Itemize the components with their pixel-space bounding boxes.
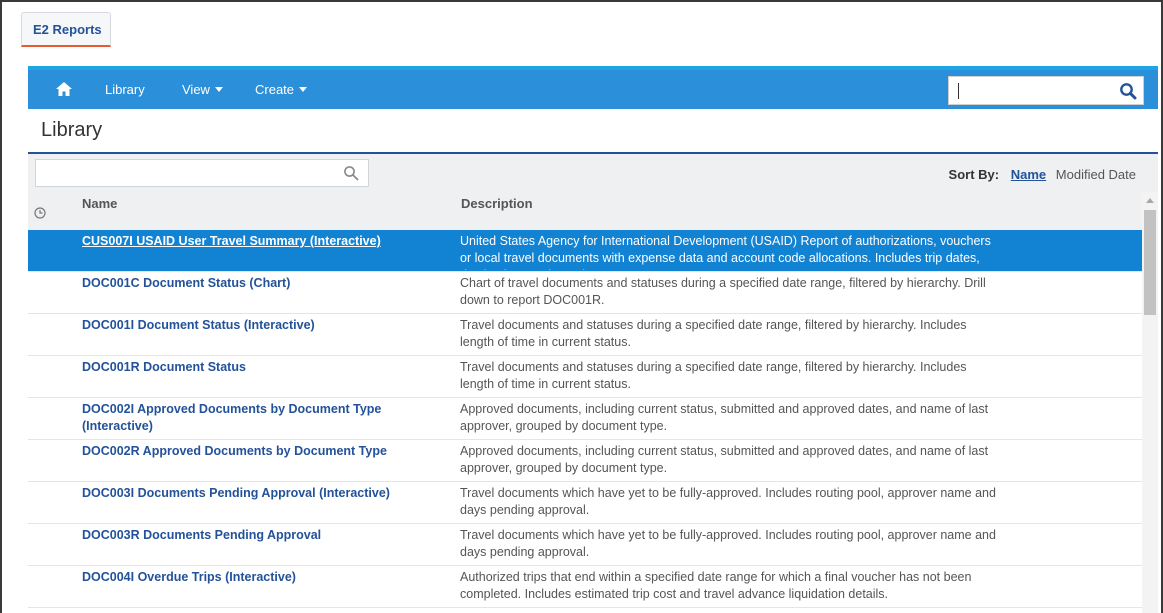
search-icon[interactable] <box>343 165 359 181</box>
table-row[interactable]: DOC001C Document Status (Chart) Chart of… <box>28 272 1142 314</box>
library-filter-input[interactable] <box>42 164 332 184</box>
nav-create-menu[interactable]: Create <box>255 82 308 97</box>
report-description: Authorized trips that end within a speci… <box>460 570 972 601</box>
table-row[interactable]: DOC002I Approved Documents by Document T… <box>28 398 1142 440</box>
nav-create-label: Create <box>255 82 295 97</box>
global-search-box <box>948 76 1144 105</box>
page-title: Library <box>41 119 103 141</box>
report-description: Travel documents and statuses during a s… <box>460 318 967 349</box>
report-description: Travel documents which have yet to be fu… <box>460 486 996 517</box>
scrollbar-thumb[interactable] <box>1144 210 1156 315</box>
table-row[interactable]: DOC002R Approved Documents by Document T… <box>28 440 1142 482</box>
nav-view-label: View <box>182 82 210 97</box>
column-header-description: Description <box>461 196 533 211</box>
library-filter-box <box>35 159 369 187</box>
sort-by-label: Sort By: <box>948 167 1000 182</box>
table-header: Name Description <box>28 192 1142 230</box>
table-row[interactable]: DOC003R Documents Pending Approval Trave… <box>28 524 1142 566</box>
sort-by-modified-date[interactable]: Modified Date <box>1056 167 1136 182</box>
report-name-link[interactable]: CUS007I USAID User Travel Summary (Inter… <box>82 233 432 250</box>
table-row[interactable]: DOC001R Document Status Travel documents… <box>28 356 1142 398</box>
report-name-link[interactable]: DOC002R Approved Documents by Document T… <box>82 443 432 460</box>
filter-bar: Sort By: Name Modified Date <box>28 154 1158 192</box>
home-icon[interactable] <box>55 81 73 97</box>
table-row[interactable]: CUS007I USAID User Travel Summary (Inter… <box>28 230 1142 272</box>
report-name-link[interactable]: DOC001C Document Status (Chart) <box>82 275 432 292</box>
vertical-scrollbar[interactable] <box>1142 192 1158 613</box>
sort-controls: Sort By: Name Modified Date <box>949 167 1136 182</box>
global-search-input[interactable] <box>953 80 1113 102</box>
text-cursor <box>958 83 959 99</box>
table-row[interactable]: DOC003I Documents Pending Approval (Inte… <box>28 482 1142 524</box>
search-icon[interactable] <box>1119 82 1137 100</box>
report-list: CUS007I USAID User Travel Summary (Inter… <box>28 230 1142 613</box>
report-description: United States Agency for International D… <box>460 234 991 270</box>
report-description: Travel documents which have yet to be fu… <box>460 528 996 559</box>
app-frame: E2 Reports Library View Create Library S… <box>0 0 1163 613</box>
clock-icon[interactable] <box>34 207 46 219</box>
report-description: Chart of travel documents and statuses d… <box>460 276 986 307</box>
chevron-down-icon <box>299 87 308 92</box>
report-name-link[interactable]: DOC003I Documents Pending Approval (Inte… <box>82 485 432 502</box>
report-description: Travel documents and statuses during a s… <box>460 360 967 391</box>
table-row[interactable]: DOC004I Overdue Trips (Interactive) Auth… <box>28 566 1142 608</box>
report-name-link[interactable]: DOC004I Overdue Trips (Interactive) <box>82 569 432 586</box>
nav-view-menu[interactable]: View <box>182 82 223 97</box>
table-row[interactable]: DOC001I Document Status (Interactive) Tr… <box>28 314 1142 356</box>
main-navbar: Library View Create <box>28 66 1158 109</box>
report-description: Approved documents, including current st… <box>460 402 989 433</box>
report-name-link[interactable]: DOC001I Document Status (Interactive) <box>82 317 432 334</box>
report-description: Approved documents, including current st… <box>460 444 989 475</box>
sort-by-name[interactable]: Name <box>1011 167 1046 182</box>
tab-bar: E2 Reports <box>2 2 1161 57</box>
report-name-link[interactable]: DOC001R Document Status <box>82 359 432 376</box>
report-name-link[interactable]: DOC003R Documents Pending Approval <box>82 527 432 544</box>
nav-library[interactable]: Library <box>105 82 145 97</box>
report-name-link[interactable]: DOC002I Approved Documents by Document T… <box>82 401 432 435</box>
scroll-up-arrow-icon[interactable] <box>1146 198 1154 203</box>
chevron-down-icon <box>214 87 223 92</box>
tab-e2-reports[interactable]: E2 Reports <box>21 12 111 47</box>
column-header-name[interactable]: Name <box>82 196 117 211</box>
